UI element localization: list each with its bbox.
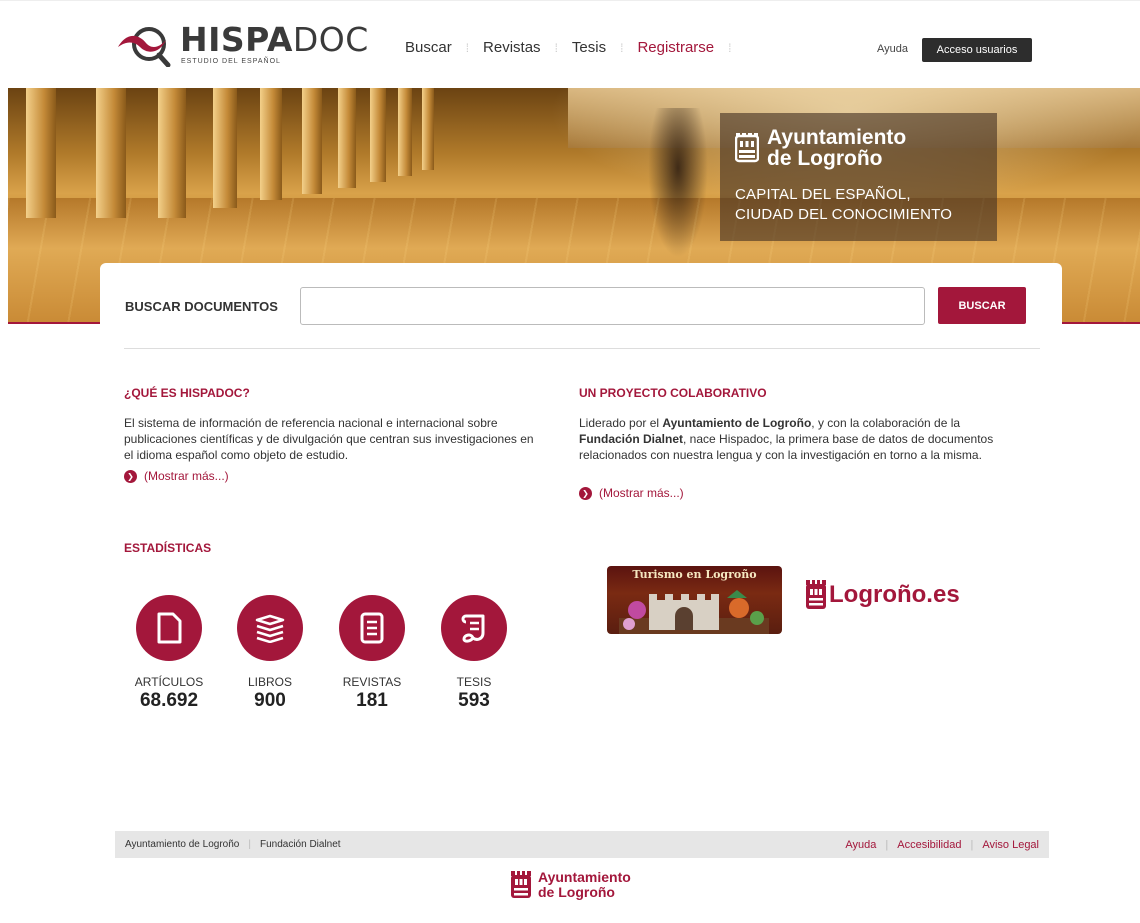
- hero-org-line2: de Logroño: [767, 147, 883, 170]
- about-more-label: (Mostrar más...): [144, 469, 229, 483]
- footer-logo-line2: de Logroño: [538, 884, 615, 900]
- stat-value: 900: [254, 690, 286, 711]
- project-title: UN PROYECTO COLABORATIVO: [579, 386, 767, 400]
- project-text-bold: Ayuntamiento de Logroño: [662, 416, 812, 430]
- footer-link-aviso-legal[interactable]: Aviso Legal: [982, 839, 1039, 851]
- project-text-part: , y con la colaboración de la: [811, 416, 961, 430]
- about-title: ¿QUÉ ES HISPADOC?: [124, 386, 250, 400]
- hero-column: [260, 88, 282, 200]
- hero-column: [302, 88, 322, 194]
- stat-revistas[interactable]: REVISTAS 181: [320, 595, 424, 712]
- nav-revistas[interactable]: Revistas: [483, 39, 541, 56]
- nav-registrarse[interactable]: Registrarse: [637, 39, 714, 56]
- stat-label: REVISTAS: [342, 675, 402, 689]
- main-nav: Buscar ⁞ Revistas ⁞ Tesis ⁞ Registrarse …: [405, 39, 745, 56]
- project-more-label: (Mostrar más...): [599, 486, 684, 500]
- stat-circle: [441, 595, 507, 661]
- scroll-icon: [461, 614, 485, 643]
- turismo-banner-title: Turismo en Logroño: [632, 568, 757, 581]
- hero-sub-line2: CIUDAD DEL CONOCIMIENTO: [735, 206, 953, 223]
- hero-caption-box: Ayuntamiento de Logroño CAPITAL DEL ESPA…: [720, 113, 997, 241]
- nav-separator: ⁞: [554, 40, 558, 55]
- logo-light-text: DOC: [292, 20, 369, 59]
- footer-separator: |: [970, 838, 974, 851]
- stat-label: TESIS: [456, 675, 492, 689]
- footer-link-accesibilidad[interactable]: Accesibilidad: [897, 839, 961, 851]
- hispadoc-logo[interactable]: HISPADOC ESTUDIO DEL ESPAÑOL: [116, 23, 369, 67]
- books-icon: [255, 614, 285, 643]
- stat-articulos[interactable]: ARTÍCULOS 68.692: [117, 595, 221, 712]
- turismo-banner[interactable]: Turismo en Logroño: [607, 566, 782, 634]
- stat-label: ARTÍCULOS: [134, 675, 204, 689]
- about-text: El sistema de información de referencia …: [124, 416, 534, 462]
- project-text: Liderado por el Ayuntamiento de Logroño,…: [579, 415, 994, 463]
- ayuntamiento-crest-icon: [511, 871, 531, 898]
- stat-label: LIBROS: [247, 675, 292, 689]
- logo-tagline: ESTUDIO DEL ESPAÑOL: [181, 58, 281, 65]
- logrono-es-link[interactable]: Logroño.es: [805, 579, 960, 611]
- footer-ayuntamiento-logo[interactable]: Ayuntamiento de Logroño: [510, 870, 631, 900]
- stat-value: 181: [356, 690, 388, 711]
- project-text-part: Liderado por el: [579, 416, 663, 430]
- stat-libros[interactable]: LIBROS 900: [218, 595, 322, 712]
- nav-separator: ⁞: [465, 40, 470, 55]
- hero-org-line1: Ayuntamiento: [767, 126, 907, 149]
- journal-icon: [360, 612, 384, 644]
- hero-column: [338, 88, 356, 188]
- stat-circle: [136, 595, 202, 661]
- hero-sub-line1: CAPITAL DEL ESPAÑOL,: [735, 186, 911, 203]
- document-icon: [157, 612, 182, 644]
- project-more-link[interactable]: ❯ (Mostrar más...): [579, 486, 684, 500]
- section-divider: [124, 348, 1040, 349]
- hero-column: [370, 88, 386, 182]
- magnifier-logo-icon: [118, 27, 171, 67]
- about-more-link[interactable]: ❯ (Mostrar más...): [124, 469, 229, 483]
- hero-column: [213, 88, 237, 208]
- footer-logo-line1: Ayuntamiento: [538, 869, 631, 885]
- hero-column: [158, 88, 186, 218]
- footer-separator: |: [248, 839, 251, 850]
- nav-tesis[interactable]: Tesis: [572, 39, 606, 56]
- chevron-right-icon: ❯: [124, 469, 137, 483]
- stat-value: 593: [458, 690, 490, 711]
- chevron-right-icon: ❯: [579, 486, 592, 500]
- stat-circle: [339, 595, 405, 661]
- site-footer: Ayuntamiento de Logroño | Fundación Dial…: [115, 831, 1049, 858]
- nav-buscar[interactable]: Buscar: [405, 39, 452, 56]
- footer-separator: |: [885, 838, 889, 851]
- search-label: BUSCAR DOCUMENTOS: [125, 299, 278, 314]
- footer-link-ayuntamiento[interactable]: Ayuntamiento de Logroño: [125, 839, 239, 850]
- nav-separator: ⁞: [620, 40, 624, 55]
- search-input[interactable]: [300, 287, 925, 325]
- hero-column: [96, 88, 126, 218]
- hero-column: [398, 88, 412, 176]
- castle-illustration-icon: [619, 590, 769, 634]
- logrono-es-label: Logroño.es: [829, 581, 960, 608]
- ayuntamiento-crest-icon: [735, 133, 759, 163]
- nav-separator: ⁞: [728, 40, 732, 55]
- stat-value: 68.692: [139, 690, 199, 711]
- stat-circle: [237, 595, 303, 661]
- hero-column: [422, 88, 434, 170]
- site-header: HISPADOC ESTUDIO DEL ESPAÑOL Buscar ⁞ Re…: [0, 0, 1140, 88]
- search-button[interactable]: BUSCAR: [938, 287, 1026, 324]
- project-text-bold: Fundación Dialnet: [579, 432, 684, 446]
- hero-column: [26, 88, 56, 218]
- access-users-button[interactable]: Acceso usuarios: [922, 38, 1032, 62]
- stat-tesis[interactable]: TESIS 593: [422, 595, 526, 712]
- footer-link-dialnet[interactable]: Fundación Dialnet: [260, 839, 341, 850]
- logo-bold-text: HISPA: [180, 20, 293, 59]
- stats-title: ESTADÍSTICAS: [124, 541, 212, 555]
- footer-link-ayuda[interactable]: Ayuda: [845, 839, 876, 851]
- help-link[interactable]: Ayuda: [877, 43, 908, 55]
- hero-walking-figure: [648, 108, 708, 258]
- main-panel: [100, 263, 1062, 803]
- logrono-crest-icon: [806, 580, 826, 609]
